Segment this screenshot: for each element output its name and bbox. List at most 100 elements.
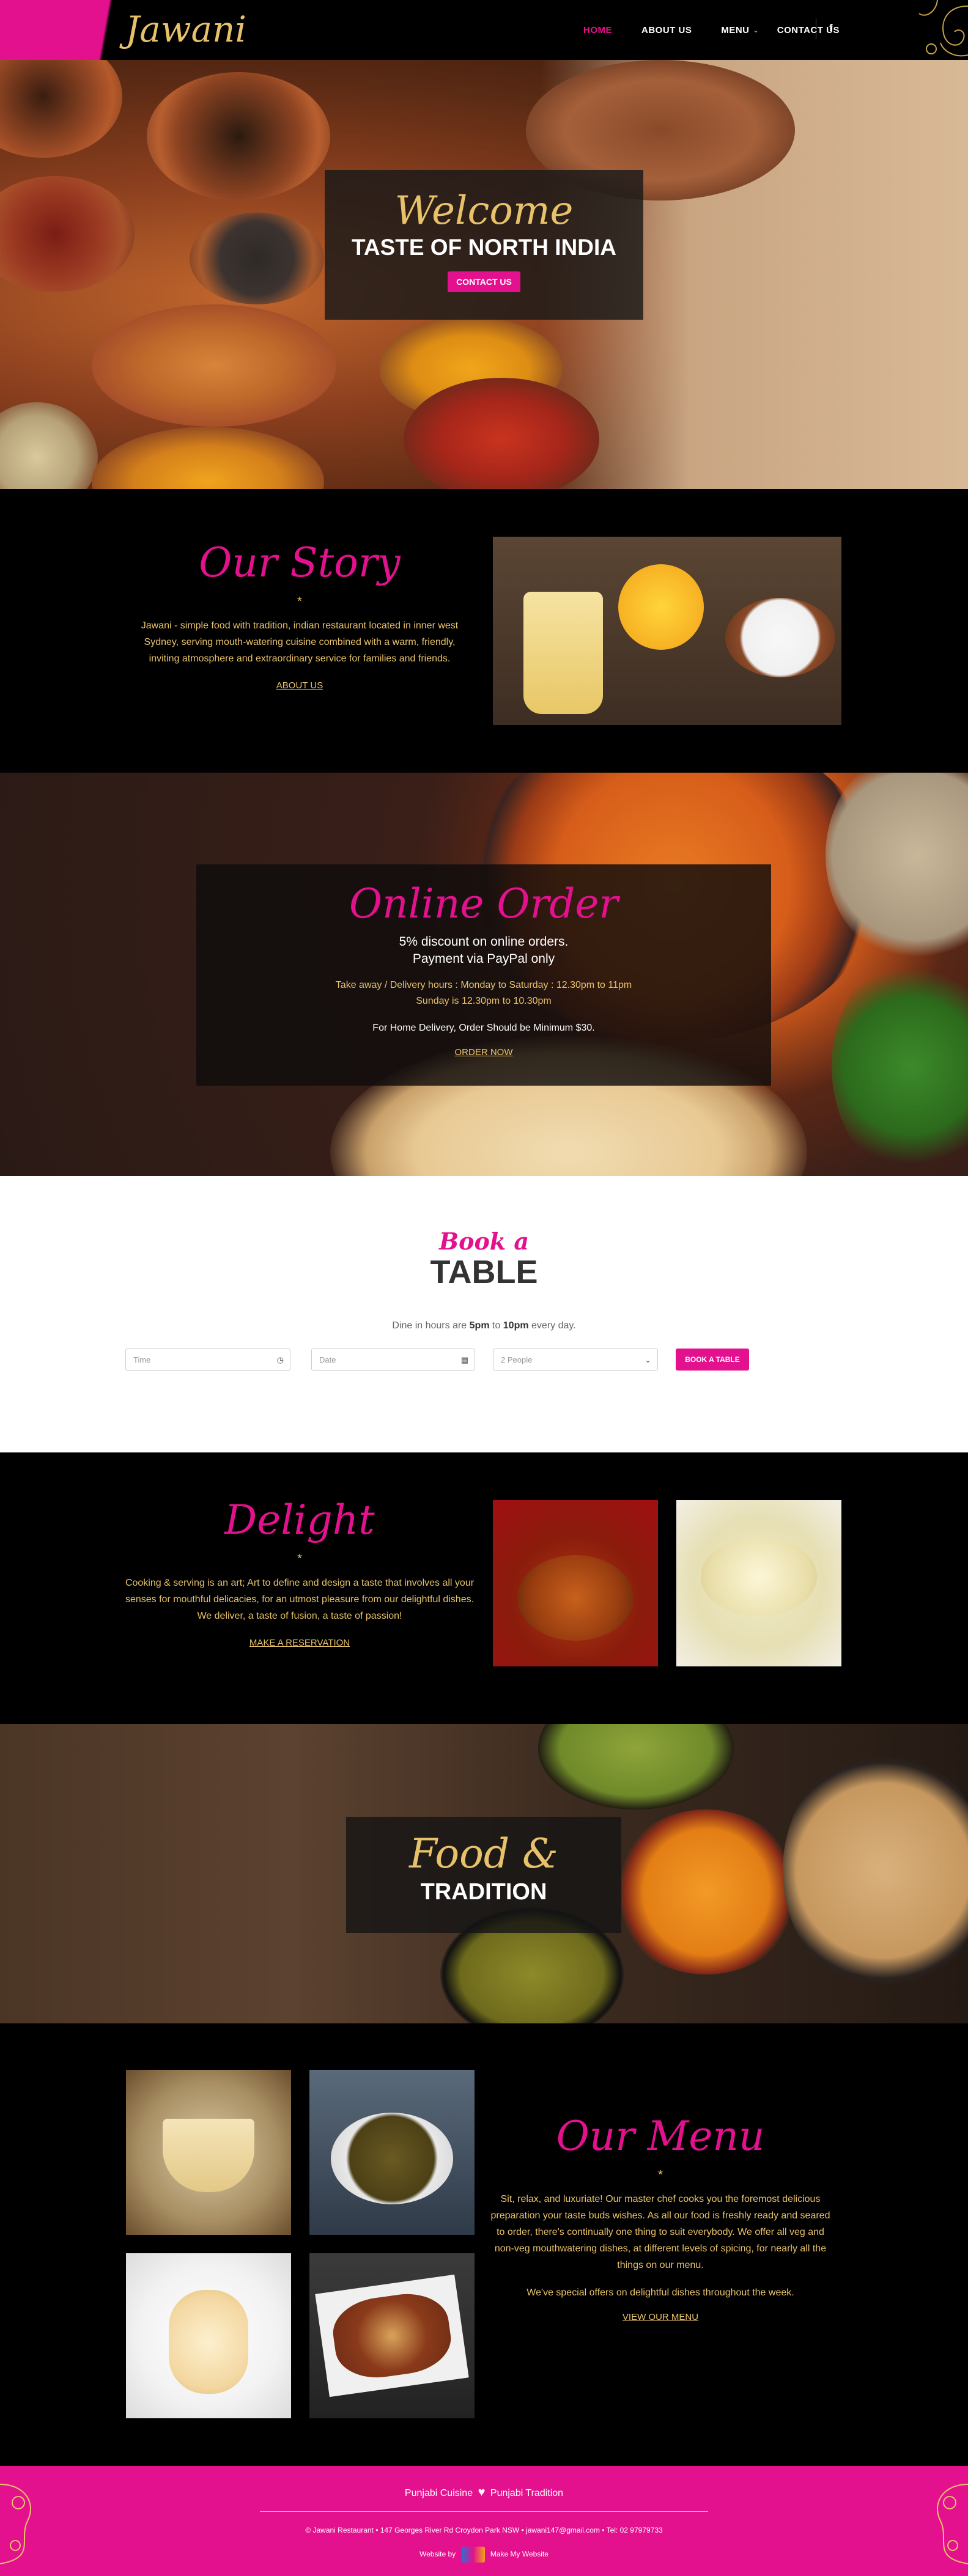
about-us-link[interactable]: ABOUT US xyxy=(128,680,471,691)
delight-title: Delight xyxy=(224,1496,375,1544)
credit-prefix: Website by xyxy=(419,2550,456,2559)
sunday-hours: Sunday is 12.30pm to 10.30pm xyxy=(416,996,552,1006)
dine-in-text-end: every day. xyxy=(528,1320,576,1331)
our-menu-title: Our Menu xyxy=(556,2113,765,2160)
payment-text: Payment via PayPal only xyxy=(412,952,555,966)
star-divider-icon: * xyxy=(297,1552,302,1566)
coriander-leaves xyxy=(832,956,968,1176)
delight-text: Cooking & serving is an art; Art to defi… xyxy=(125,1578,475,1621)
book-table-section: Book a TABLE Dine in hours are 5pm to 10… xyxy=(0,1176,968,1452)
facebook-icon[interactable]: f xyxy=(829,22,833,34)
food-tradition-banner: Food & TRADITION xyxy=(0,1724,968,2023)
clay-pot xyxy=(190,213,324,304)
chaat xyxy=(328,2288,456,2383)
food-and-script: Food & xyxy=(409,1830,558,1877)
hero-caption-box: Welcome TASTE OF NORTH INDIA CONTACT US xyxy=(325,170,643,320)
chevron-down-icon[interactable]: ⌄ xyxy=(753,26,759,34)
dine-in-hours: Dine in hours are 5pm to 10pm every day. xyxy=(0,1320,968,1331)
tradition-title: TRADITION xyxy=(420,1879,547,1905)
discount-text: 5% discount on online orders. xyxy=(399,935,569,949)
clock-icon: ◷ xyxy=(276,1355,284,1364)
hero-banner: Welcome TASTE OF NORTH INDIA CONTACT US xyxy=(0,60,968,489)
clay-pot xyxy=(0,176,135,292)
dine-in-to-word: to xyxy=(489,1320,503,1331)
chaat-plate xyxy=(315,2274,469,2398)
time-input[interactable]: Time ◷ xyxy=(125,1349,290,1371)
chickpeas-bowl xyxy=(783,1748,968,1993)
palak-paneer-photo xyxy=(309,2070,475,2235)
people-select[interactable]: 2 People ⌄ xyxy=(493,1349,658,1371)
kheer-photo xyxy=(126,2070,291,2235)
green-peas-bowl xyxy=(538,1724,734,1809)
gulab-jamun xyxy=(517,1555,634,1641)
nav-home[interactable]: HOME xyxy=(583,25,612,35)
nav-about[interactable]: ABOUT US xyxy=(641,25,692,35)
people-selected-value: 2 People xyxy=(501,1355,533,1364)
delight-text-block: Delight * Cooking & serving is an art; A… xyxy=(122,1496,477,1648)
book-a-table-button[interactable]: BOOK A TABLE xyxy=(676,1349,749,1371)
site-logo[interactable]: Jawani xyxy=(125,9,246,50)
mango xyxy=(618,564,704,650)
make-reservation-link[interactable]: MAKE A RESERVATION xyxy=(122,1638,477,1648)
special-offers-text: We've special offers on delightful dishe… xyxy=(526,2287,794,2298)
view-menu-link[interactable]: VIEW OUR MENU xyxy=(489,2312,832,2322)
rasmalai-photo xyxy=(676,1500,841,1666)
footer-address: © Jawani Restaurant • 147 Georges River … xyxy=(305,2526,663,2534)
clay-pot xyxy=(0,60,122,158)
our-menu-text: Sit, relax, and luxuriate! Our master ch… xyxy=(490,2194,830,2270)
chaat-photo xyxy=(309,2253,475,2418)
date-placeholder: Date xyxy=(319,1355,336,1364)
contact-us-button[interactable]: CONTACT US xyxy=(448,271,520,292)
our-story-text: Jawani - simple food with tradition, ind… xyxy=(141,620,459,664)
delivery-hours: Take away / Delivery hours : Monday to S… xyxy=(335,980,632,990)
online-order-title: Online Order xyxy=(349,880,618,927)
credit-link[interactable]: Make My Website xyxy=(490,2550,549,2558)
make-my-website-logo[interactable] xyxy=(461,2547,485,2563)
dine-in-from: 5pm xyxy=(469,1320,490,1331)
nav-menu[interactable]: MENU xyxy=(721,25,749,35)
our-menu-section: Our Menu * Sit, relax, and luxuriate! Ou… xyxy=(0,2023,968,2466)
delight-section: Delight * Cooking & serving is an art; A… xyxy=(0,1452,968,1724)
star-divider-icon: * xyxy=(658,2168,663,2182)
lassi-glass xyxy=(523,592,603,714)
hero-title: TASTE OF NORTH INDIA xyxy=(351,235,616,260)
star-divider-icon: * xyxy=(297,595,302,608)
our-story-section: Our Story * Jawani - simple food with tr… xyxy=(0,489,968,773)
online-order-box: Online Order 5% discount on online order… xyxy=(196,864,771,1086)
kheer-glass xyxy=(163,2119,254,2192)
hero-welcome: Welcome xyxy=(394,188,574,234)
tagline-right: Punjabi Tradition xyxy=(490,2488,564,2498)
lassi-mango-photo xyxy=(493,537,841,725)
food-tradition-box: Food & TRADITION xyxy=(346,1817,621,1933)
calendar-icon: ▦ xyxy=(460,1355,468,1364)
clay-pot xyxy=(0,402,98,489)
site-footer: Punjabi Cuisine ♥ Punjabi Tradition © Ja… xyxy=(0,2466,968,2576)
mango-lassi-photo xyxy=(126,2253,291,2418)
minimum-order-note: For Home Delivery, Order Should be Minim… xyxy=(372,1023,595,1033)
ornament-icon xyxy=(918,0,968,57)
palak-paneer-bowl xyxy=(331,2113,453,2204)
footer-credit: Website by Make My Website xyxy=(0,2547,968,2563)
clay-pot xyxy=(92,304,336,427)
date-input[interactable]: Date ▦ xyxy=(311,1349,475,1371)
gulab-jamun-photo xyxy=(493,1500,658,1666)
red-lentils-bowl xyxy=(611,1809,801,1974)
online-order-section: Online Order 5% discount on online order… xyxy=(0,773,968,1176)
rasmalai xyxy=(701,1537,817,1616)
clay-pot xyxy=(147,72,330,201)
dine-in-text: Dine in hours are xyxy=(392,1320,470,1331)
site-header: Jawani HOME ABOUT US MENU ⌄ CONTACT US f xyxy=(0,0,968,60)
our-story-text-block: Our Story * Jawani - simple food with tr… xyxy=(128,539,471,691)
lassi-cup xyxy=(169,2290,248,2394)
chevron-down-icon: ⌄ xyxy=(645,1355,651,1364)
yogurt-bowl xyxy=(725,598,835,677)
footer-divider xyxy=(260,2511,708,2512)
heart-icon: ♥ xyxy=(478,2486,486,2499)
dine-in-to: 10pm xyxy=(503,1320,529,1331)
main-nav: HOME ABOUT US MENU ⌄ CONTACT US xyxy=(583,22,869,38)
book-table-title: TABLE xyxy=(430,1254,538,1290)
our-menu-text-block: Our Menu * Sit, relax, and luxuriate! Ou… xyxy=(489,2113,832,2322)
book-a-script: Book a xyxy=(439,1227,529,1255)
order-now-link[interactable]: ORDER NOW xyxy=(196,1047,771,1058)
clay-pot xyxy=(92,427,324,489)
